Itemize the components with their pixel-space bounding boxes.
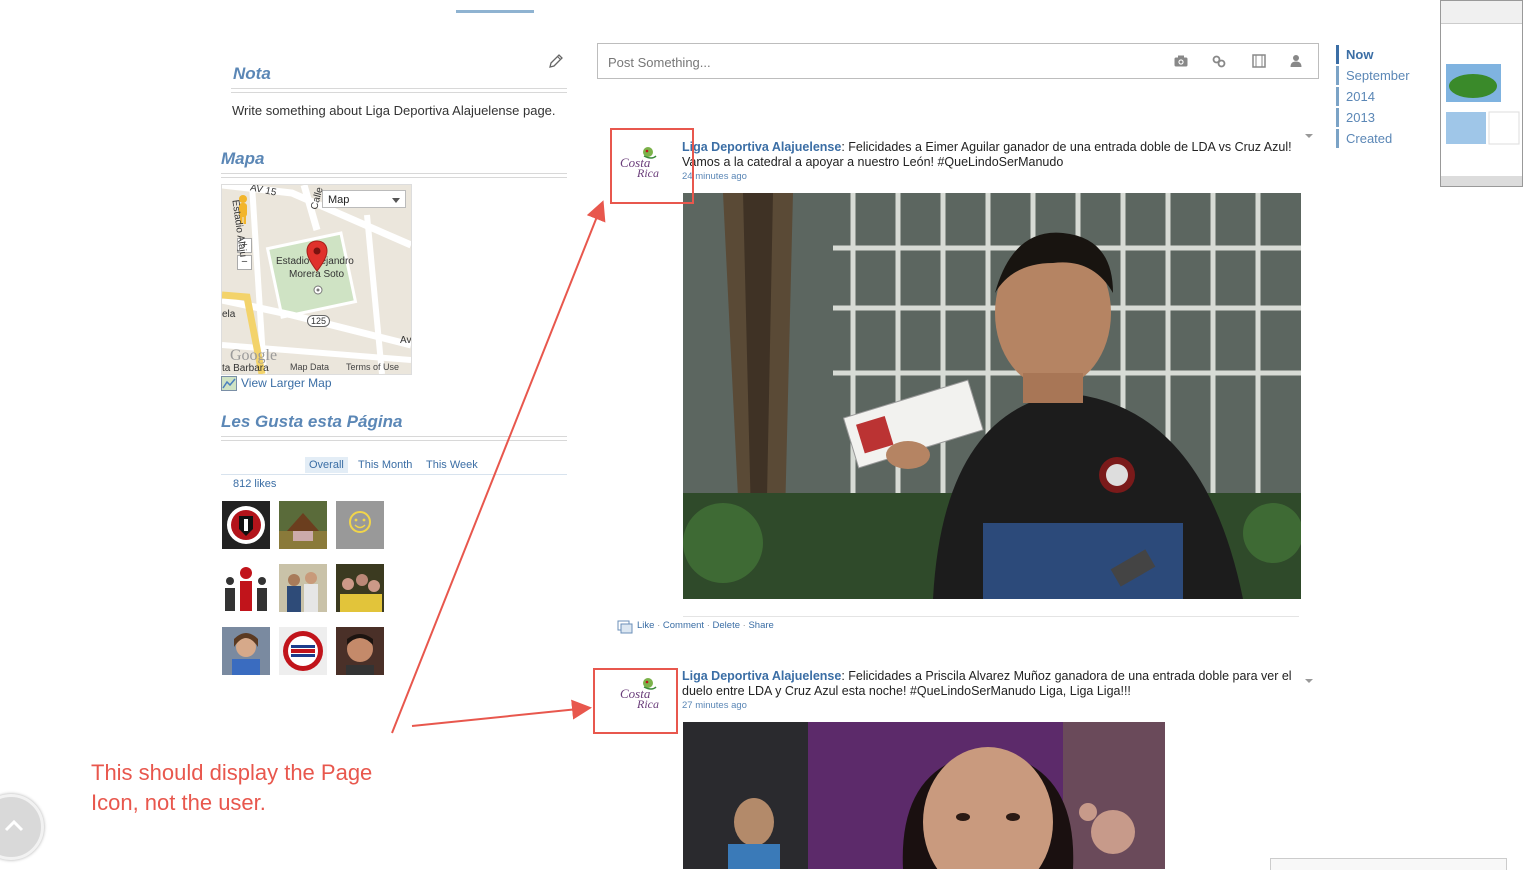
stadium-poi-icon (313, 285, 323, 295)
annotation-line: This should display the Page (91, 760, 373, 785)
route-shield: 125 (307, 315, 331, 327)
fan-avatar[interactable] (336, 564, 384, 612)
nota-title: Nota (233, 64, 271, 83)
fan-avatar[interactable] (222, 501, 270, 549)
timeline-2014[interactable]: 2014 (1336, 87, 1375, 106)
annotation-text: This should display the Page Icon, not t… (91, 758, 372, 818)
street-label: ela (222, 309, 236, 320)
post-photo[interactable] (683, 722, 1165, 869)
likes-count: 812 likes (233, 478, 277, 490)
fan-avatar[interactable] (336, 627, 384, 675)
fan-avatar[interactable] (279, 501, 327, 549)
likes-title: Les Gusta esta Página (221, 412, 403, 431)
post-author-link[interactable]: Liga Deportiva Alajuelense (682, 669, 841, 683)
comment-link[interactable]: Comment (663, 620, 704, 631)
post-author-link[interactable]: Liga Deportiva Alajuelense (682, 140, 841, 154)
timeline-september[interactable]: September (1336, 66, 1410, 85)
fan-avatar[interactable] (279, 627, 327, 675)
thumbnail-toolbar (1441, 1, 1522, 24)
post-input[interactable] (598, 44, 1150, 80)
map-type-label: Map (328, 194, 350, 206)
active-tab-indicator (456, 10, 534, 13)
map-marker-icon[interactable] (306, 240, 328, 272)
annotation-line: Icon, not the user. (91, 790, 266, 815)
map-data-link[interactable]: Map Data (290, 362, 329, 372)
chevron-up-icon (4, 819, 24, 832)
share-link[interactable]: Share (748, 620, 773, 631)
chat-bar[interactable] (1270, 858, 1507, 870)
post-menu-icon[interactable] (1305, 679, 1313, 683)
post-body: Liga Deportiva Alajuelense: Felicidades … (682, 669, 1297, 699)
pencil-icon[interactable] (546, 52, 566, 72)
camera-icon[interactable] (1173, 53, 1189, 69)
map-icon (221, 376, 237, 391)
video-icon[interactable] (1251, 53, 1267, 69)
nota-text: Write something about Liga Deportiva Ala… (232, 103, 556, 118)
post-divider (683, 616, 1299, 617)
separator: · (657, 620, 661, 631)
thumbnail-content (1446, 64, 1520, 145)
fan-avatar[interactable] (222, 627, 270, 675)
post-actions: Like · Comment · Delete · Share (637, 620, 774, 631)
post-timestamp[interactable]: 27 minutes ago (682, 700, 747, 711)
post-menu-icon[interactable] (1305, 134, 1313, 138)
highlight-box (610, 128, 694, 204)
separator: · (706, 620, 710, 631)
separator: · (742, 620, 746, 631)
scroll-top-button[interactable] (0, 794, 44, 860)
tab-overall[interactable]: Overall (305, 457, 348, 473)
timeline-created[interactable]: Created (1336, 129, 1392, 148)
mapa-title: Mapa (221, 149, 265, 168)
view-larger-map-link[interactable]: View Larger Map (241, 376, 332, 390)
timeline-now[interactable]: Now (1336, 45, 1373, 64)
mapa-divider (221, 173, 567, 178)
thumbnail-dock (1441, 176, 1522, 186)
fan-avatar[interactable] (222, 564, 270, 612)
user-icon[interactable] (1288, 53, 1304, 69)
like-link[interactable]: Like (637, 620, 654, 631)
nota-divider (231, 88, 567, 93)
delete-link[interactable]: Delete (713, 620, 740, 631)
fan-avatar[interactable] (336, 501, 384, 549)
fan-avatar[interactable] (279, 564, 327, 612)
timeline-2013[interactable]: 2013 (1336, 108, 1375, 127)
google-logo: Google (230, 347, 278, 364)
screenshot-thumbnail[interactable] (1440, 0, 1523, 187)
link-icon[interactable] (1211, 53, 1227, 69)
post-photo[interactable] (683, 193, 1301, 599)
post-composer (597, 43, 1319, 80)
post-body: Liga Deportiva Alajuelense: Felicidades … (682, 140, 1297, 170)
annotation-arrows (391, 200, 606, 734)
